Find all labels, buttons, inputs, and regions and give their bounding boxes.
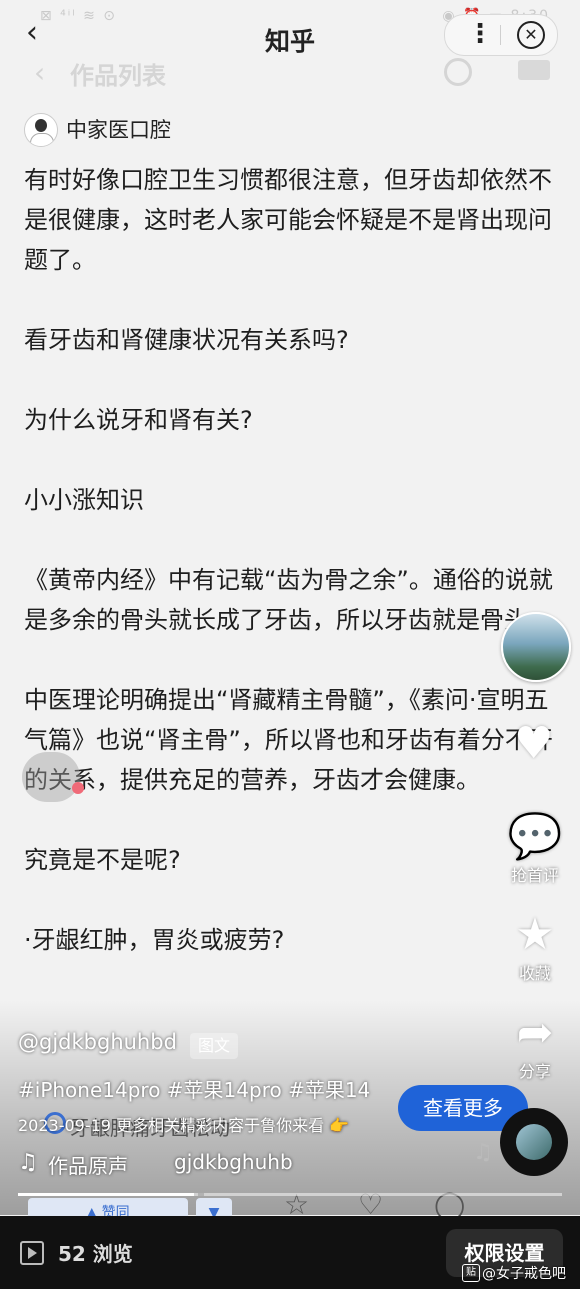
music-label[interactable]: 作品原声 bbox=[48, 1150, 128, 1179]
search-icon[interactable] bbox=[444, 58, 472, 86]
watermark-logo-icon: 贴 bbox=[462, 1264, 480, 1282]
hashtags[interactable]: #iPhone14pro #苹果14pro #苹果14 bbox=[18, 1074, 370, 1103]
share-label: 分享 bbox=[518, 1062, 551, 1081]
image-text-badge: 图文 bbox=[190, 1033, 239, 1059]
user-handle[interactable]: @gjdkbghuhbd bbox=[18, 1030, 177, 1054]
music-disc[interactable] bbox=[500, 1108, 568, 1176]
article-paragraph: 小小涨知识 bbox=[24, 486, 144, 514]
favorite-label: 收藏 bbox=[518, 964, 551, 983]
share-button[interactable]: ➦ 分享 bbox=[505, 1008, 565, 1082]
view-count: 52 浏览 bbox=[58, 1242, 133, 1266]
list-back-icon[interactable]: ‹ bbox=[34, 56, 45, 89]
capsule-divider bbox=[500, 25, 501, 45]
post-date: 2023-09-19 更多相关精彩内容于鲁你来看 👉 bbox=[18, 1116, 350, 1135]
article-body: 有时好像口腔卫生习惯都很注意，但牙齿却依然不是很健康，这时老人家可能会怀疑是不是… bbox=[24, 160, 564, 1000]
favorite-button[interactable]: ★ 收藏 bbox=[505, 910, 565, 984]
author-name[interactable]: 中家医口腔 bbox=[66, 114, 171, 144]
article-paragraph: 究竟是不是呢? bbox=[24, 846, 181, 874]
comment-label: 抢首评 bbox=[510, 866, 559, 885]
author-thumbnail[interactable] bbox=[501, 612, 571, 682]
music-disc-cover bbox=[516, 1124, 552, 1160]
star-icon: ★ bbox=[515, 909, 555, 960]
progress-segment-gap bbox=[198, 1193, 204, 1196]
share-icon: ➦ bbox=[516, 1007, 554, 1058]
music-author[interactable]: gjdkbghuhb bbox=[174, 1150, 293, 1174]
article-paragraph: 看牙齿和肾健康状况有关系吗? bbox=[24, 326, 349, 354]
heart-icon[interactable]: ♥ bbox=[514, 718, 553, 769]
avatar[interactable] bbox=[24, 113, 58, 147]
avatar-body-shape bbox=[30, 133, 54, 146]
more-dots-icon[interactable]: ⋮ bbox=[467, 19, 493, 49]
article-paragraph: ·牙龈红肿，胃炎或疲劳? bbox=[24, 926, 285, 954]
notification-dot bbox=[72, 782, 84, 794]
progress-bar[interactable] bbox=[18, 1193, 562, 1196]
floating-bubble[interactable] bbox=[22, 752, 84, 802]
avatar-head-shape bbox=[35, 119, 47, 132]
article-paragraph: 为什么说牙和肾有关? bbox=[24, 406, 253, 434]
message-icon[interactable] bbox=[518, 60, 550, 80]
article-paragraph: 中医理论明确提出“肾藏精主骨髓”，《素问·宣明五气篇》也说“肾主骨”，所以肾也和… bbox=[24, 686, 553, 794]
comment-button[interactable]: 💬 抢首评 bbox=[505, 812, 565, 886]
close-circle-icon[interactable]: ✕ bbox=[517, 21, 545, 49]
music-icon: ♫ bbox=[18, 1150, 38, 1175]
play-triangle bbox=[28, 1247, 37, 1259]
play-icon bbox=[20, 1241, 44, 1265]
list-title: 作品列表 bbox=[70, 62, 166, 90]
progress-fill bbox=[18, 1193, 194, 1196]
music-note-icon: ♫ bbox=[473, 1140, 493, 1165]
watermark-text: @女子戒色吧 bbox=[482, 1266, 566, 1282]
comment-icon: 💬 bbox=[507, 811, 563, 862]
article-paragraph: 《黄帝内经》中有记载“齿为骨之余”。通俗的说就是多余的骨头就长成了牙齿，所以牙齿… bbox=[24, 566, 553, 634]
article-paragraph: 有时好像口腔卫生习惯都很注意，但牙齿却依然不是很健康，这时老人家可能会怀疑是不是… bbox=[24, 166, 552, 274]
capsule-menu: ⋮ ✕ bbox=[444, 14, 558, 56]
